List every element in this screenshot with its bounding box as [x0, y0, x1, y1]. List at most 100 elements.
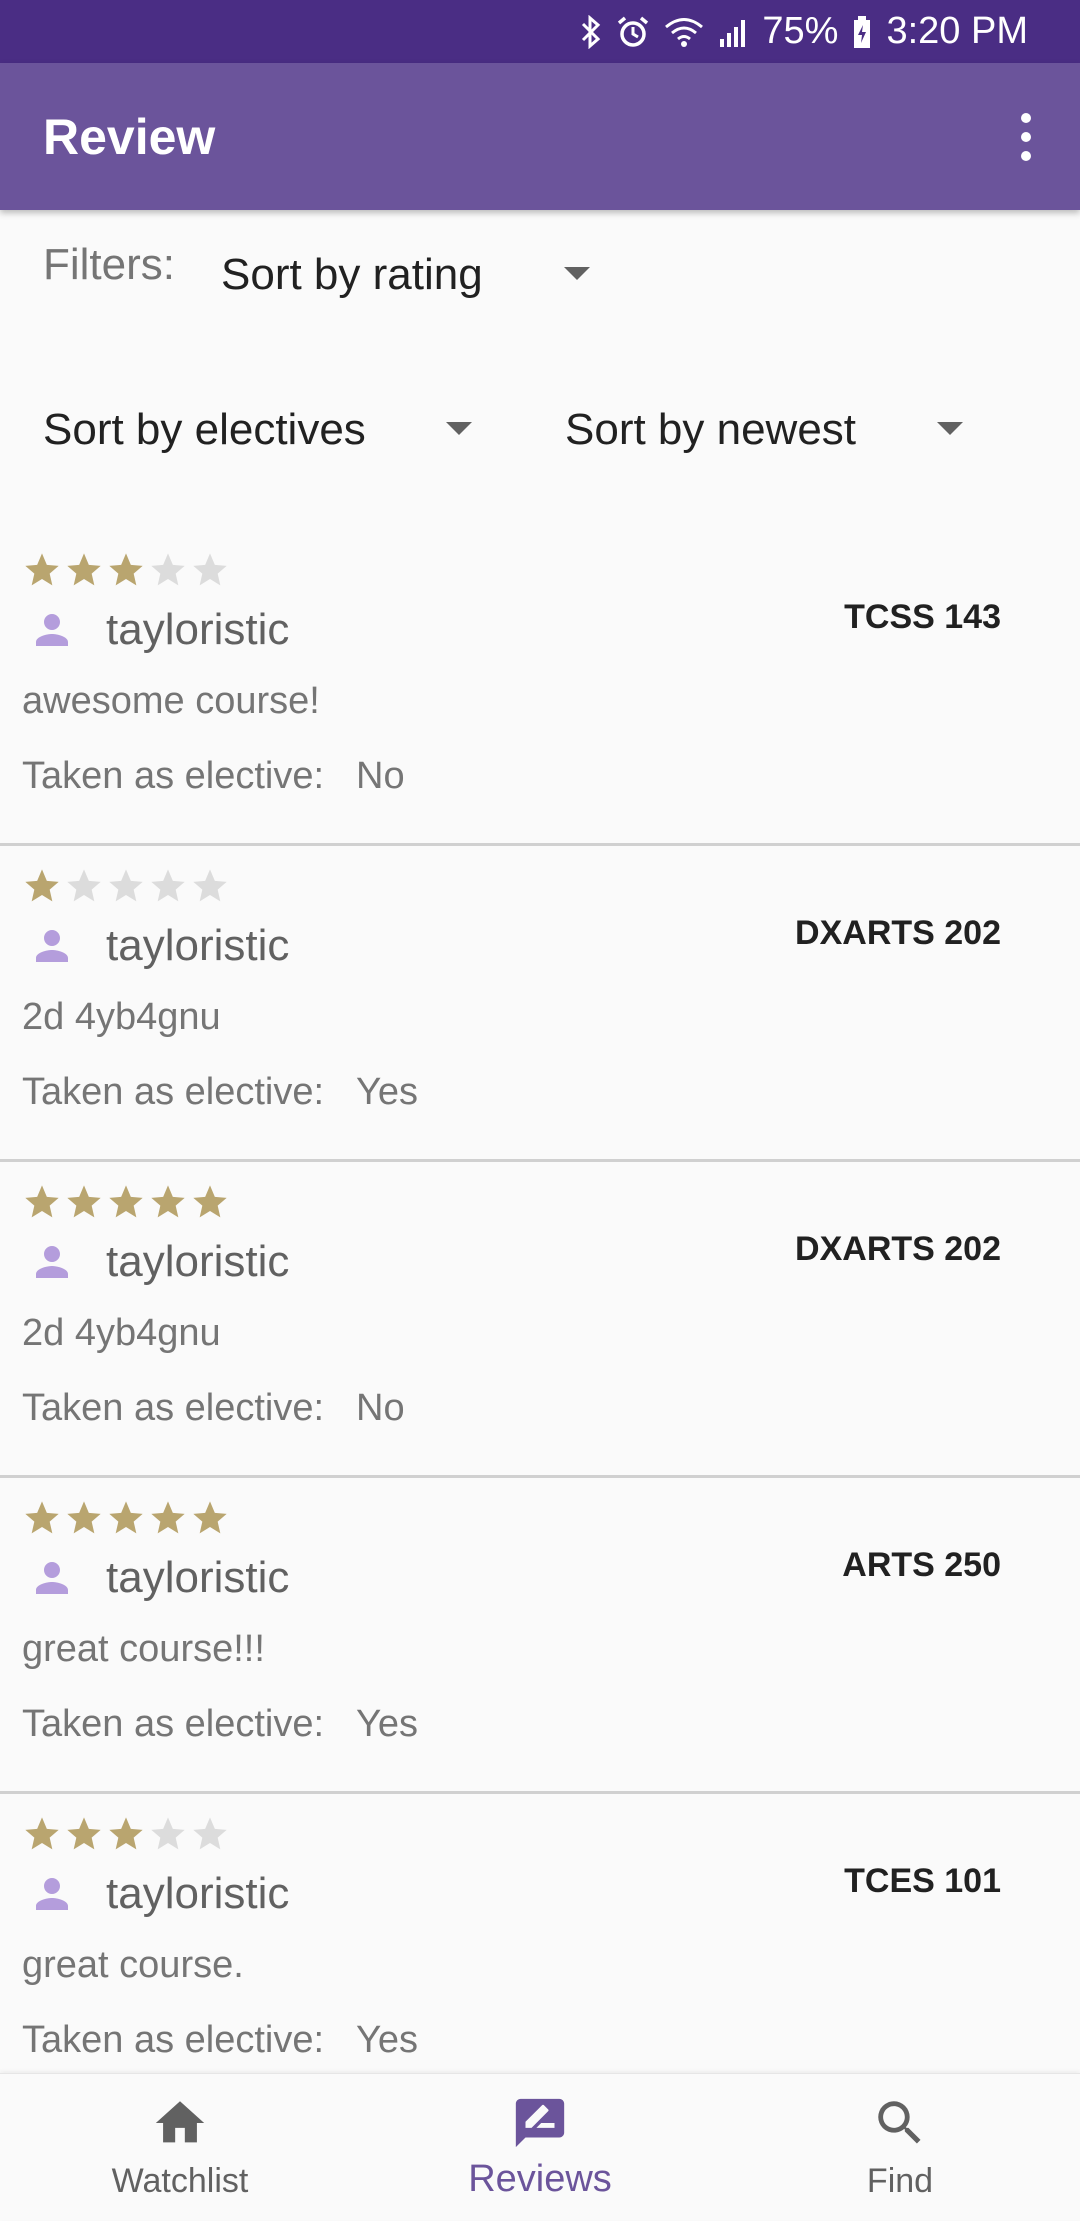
username: tayloristic	[106, 1869, 290, 1918]
dropdown-arrow-icon	[446, 422, 472, 435]
rating-stars	[22, 550, 230, 590]
star-filled-icon	[25, 1185, 59, 1218]
signal-icon	[720, 19, 746, 47]
nav-item-find[interactable]: Find	[750, 2074, 1050, 2221]
rating-stars	[22, 1814, 230, 1854]
review-list[interactable]: TCSS 143 tayloristic awesome course! Tak…	[0, 530, 1080, 2110]
battery-percent: 75%	[762, 10, 839, 52]
nav-label-reviews: Reviews	[468, 2158, 612, 2200]
rating-stars	[22, 1182, 230, 1222]
sort-by-newest-dropdown[interactable]: Sort by newest	[565, 400, 985, 460]
review-card[interactable]: DXARTS 202 tayloristic 2d 4yb4gnu Taken …	[0, 846, 1080, 1162]
overflow-menu-icon[interactable]	[994, 99, 1058, 175]
username: tayloristic	[106, 1553, 290, 1602]
star-filled-icon	[67, 1501, 101, 1534]
course-code: DXARTS 202	[795, 1230, 1001, 1268]
sort-by-newest-label: Sort by newest	[565, 405, 857, 454]
review-card[interactable]: TCES 101 tayloristic great course. Taken…	[0, 1794, 1080, 2110]
home-icon	[155, 2101, 205, 2143]
review-card[interactable]: DXARTS 202 tayloristic 2d 4yb4gnu Taken …	[0, 1162, 1080, 1478]
review-text: 2d 4yb4gnu	[22, 1312, 221, 1354]
elective-label: Taken as elective:	[22, 1071, 325, 1113]
nav-item-reviews[interactable]: Reviews	[390, 2074, 690, 2221]
review-author: tayloristic	[28, 916, 289, 976]
filters-label: Filters:	[43, 240, 175, 289]
nav-item-watchlist[interactable]: Watchlist	[30, 2074, 330, 2221]
person-icon	[36, 930, 68, 962]
star-filled-icon	[193, 1501, 227, 1534]
course-code: TCES 101	[844, 1862, 1001, 1900]
star-empty-icon	[151, 553, 185, 586]
review-text: great course.	[22, 1944, 244, 1986]
review-author: tayloristic	[28, 600, 289, 660]
elective-value: Yes	[356, 1703, 418, 1745]
elective-label: Taken as elective:	[22, 755, 325, 797]
star-filled-icon	[109, 553, 143, 586]
sort-by-electives-label: Sort by electives	[43, 405, 366, 454]
elective-label: Taken as elective:	[22, 1387, 325, 1429]
course-code: ARTS 250	[842, 1546, 1001, 1584]
star-empty-icon	[193, 869, 227, 902]
status-icons: 75% 3:20 PM	[580, 0, 1028, 63]
rate-review-icon	[515, 2098, 565, 2148]
review-text: great course!!!	[22, 1628, 265, 1670]
page-title: Review	[43, 108, 216, 165]
elective-label: Taken as elective:	[22, 1703, 325, 1745]
review-card[interactable]: TCSS 143 tayloristic awesome course! Tak…	[0, 530, 1080, 846]
star-filled-icon	[67, 1185, 101, 1218]
review-text: 2d 4yb4gnu	[22, 996, 221, 1038]
sort-by-rating-label: Sort by rating	[221, 250, 483, 299]
star-empty-icon	[151, 869, 185, 902]
alarm-icon	[618, 16, 649, 47]
star-filled-icon	[109, 1185, 143, 1218]
elective-value: Yes	[356, 1071, 418, 1113]
battery-icon	[854, 15, 871, 48]
star-filled-icon	[25, 553, 59, 586]
course-code: DXARTS 202	[795, 914, 1001, 952]
elective-label: Taken as elective:	[22, 2019, 325, 2061]
star-empty-icon	[193, 1817, 227, 1850]
dropdown-arrow-icon	[564, 267, 590, 280]
nav-label-watchlist: Watchlist	[111, 2162, 249, 2200]
star-filled-icon	[67, 553, 101, 586]
rating-stars	[22, 866, 230, 906]
search-icon	[878, 2101, 921, 2144]
review-author: tayloristic	[28, 1232, 289, 1292]
elective-value: No	[356, 755, 405, 797]
rating-stars	[22, 1498, 230, 1538]
status-time: 3:20 PM	[886, 10, 1028, 52]
star-filled-icon	[193, 1185, 227, 1218]
star-empty-icon	[67, 869, 101, 902]
person-icon	[36, 1878, 68, 1910]
star-filled-icon	[151, 1501, 185, 1534]
person-icon	[36, 1562, 68, 1594]
star-empty-icon	[193, 553, 227, 586]
star-filled-icon	[109, 1817, 143, 1850]
review-text: awesome course!	[22, 680, 320, 722]
review-author: tayloristic	[28, 1864, 289, 1924]
star-filled-icon	[151, 1185, 185, 1218]
star-empty-icon	[109, 869, 143, 902]
bluetooth-icon	[582, 14, 601, 49]
star-filled-icon	[25, 869, 59, 902]
dropdown-arrow-icon	[937, 422, 963, 435]
wifi-icon	[665, 17, 704, 47]
sort-by-electives-dropdown[interactable]: Sort by electives	[43, 400, 493, 460]
status-bar: 75% 3:20 PM	[0, 0, 1080, 63]
star-filled-icon	[67, 1817, 101, 1850]
username: tayloristic	[106, 605, 290, 654]
person-icon	[36, 614, 68, 646]
star-filled-icon	[25, 1501, 59, 1534]
username: tayloristic	[106, 1237, 290, 1286]
username: tayloristic	[106, 921, 290, 970]
elective-value: No	[356, 1387, 405, 1429]
app-bar: Review	[0, 63, 1080, 210]
review-card[interactable]: ARTS 250 tayloristic great course!!! Tak…	[0, 1478, 1080, 1794]
star-filled-icon	[25, 1817, 59, 1850]
bottom-navigation: Watchlist Reviews Find	[0, 2073, 1080, 2220]
person-icon	[36, 1246, 68, 1278]
star-filled-icon	[109, 1501, 143, 1534]
nav-label-find: Find	[866, 2162, 934, 2200]
review-author: tayloristic	[28, 1548, 289, 1608]
sort-by-rating-dropdown[interactable]: Sort by rating	[221, 245, 601, 305]
